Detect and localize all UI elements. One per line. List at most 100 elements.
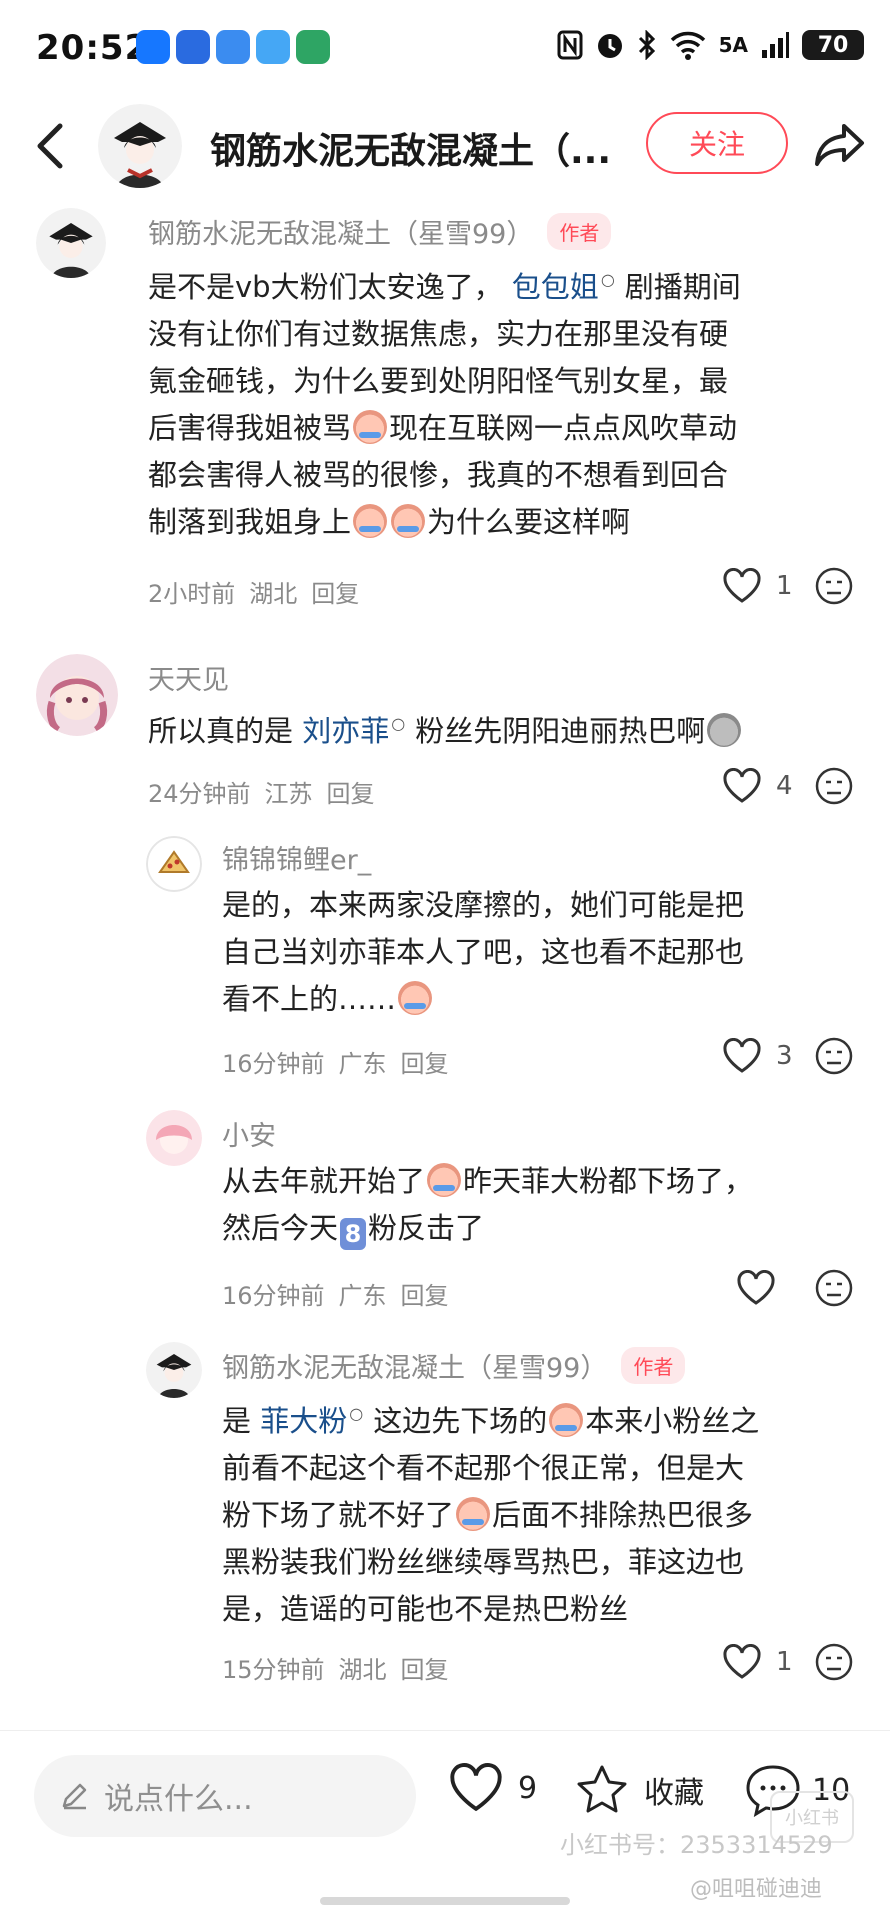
comment-text-segment: 后面不排除热巴很多 (492, 1498, 754, 1532)
comment-input-placeholder: 说点什么... (104, 1782, 253, 1817)
dislike-icon[interactable] (814, 766, 854, 806)
comment-meta: 2小时前 湖北 回复 (148, 574, 373, 609)
like-button[interactable]: 1 (722, 1644, 793, 1680)
crying-emoji-icon (549, 1403, 584, 1437)
comment-text-segment: 氪金砸钱，为什么要到处阴阳怪气别女星，最 (148, 364, 729, 398)
dislike-icon[interactable] (814, 566, 854, 606)
like-button[interactable]: 3 (722, 1038, 793, 1074)
wifi-icon (670, 31, 705, 60)
reply-button[interactable]: 回复 (401, 1050, 449, 1078)
mention-link[interactable]: 刘亦菲 (302, 714, 389, 748)
heart-icon[interactable] (448, 1763, 504, 1813)
star-icon[interactable] (574, 1763, 630, 1817)
reply-item: 锦锦锦鲤er_ 是的，本来两家没摩擦的，她们可能是把 自己当刘亦菲本人了吧，这也… (0, 830, 890, 1080)
crying-emoji-icon (353, 410, 388, 444)
comment-location: 广东 (338, 1050, 387, 1078)
like-count: 4 (776, 771, 793, 801)
notification-icons (136, 30, 330, 64)
signal-icon (762, 32, 789, 58)
avatar[interactable] (146, 1110, 202, 1166)
crying-emoji-icon (398, 981, 433, 1015)
comment-location: 湖北 (338, 1656, 387, 1684)
comment-text: 是 菲大粉 ○ 这边先下场的 本来小粉丝之 前看不起这个看不起那个很正常，但是大 粉下… (222, 1390, 842, 1633)
comment-text-segment: 是，造谣的可能也不是热巴粉丝 (222, 1592, 629, 1626)
mention-link[interactable]: 菲大粉 (260, 1404, 347, 1438)
commenter-name-text[interactable]: 钢筋水泥无敌混凝土（星雪99） (222, 1353, 607, 1384)
back-arrow-icon[interactable] (30, 120, 74, 172)
author-badge: 作者 (621, 1347, 686, 1384)
comment-input[interactable]: 说点什么... (34, 1755, 416, 1837)
comment-text-segment: 自己当刘亦菲本人了吧，这也看不起那也 (222, 935, 745, 969)
comment-text-segment: 前看不起这个看不起那个很正常，但是大 (222, 1451, 745, 1485)
like-button[interactable]: 1 (722, 568, 793, 604)
comment-item: 天天见 所以真的是 刘亦菲 ○ 粉丝先阴阳迪丽热巴啊 24分钟前 江苏 回复 4 (0, 650, 890, 810)
comment-meta: 15分钟前 湖北 回复 (222, 1650, 463, 1685)
comment-time: 24分钟前 (148, 780, 251, 808)
nfc-icon (557, 30, 583, 60)
reply-button[interactable]: 回复 (327, 780, 375, 808)
like-button[interactable]: 4 (722, 768, 793, 804)
comment-text-segment: 然后今天 (222, 1211, 339, 1245)
app-icon (176, 30, 210, 64)
comment-time: 16分钟前 (222, 1050, 325, 1078)
favorite-button[interactable]: 收藏 (574, 1763, 704, 1817)
commenter-name[interactable]: 钢筋水泥无敌混凝土（星雪99） 作者 (222, 1346, 686, 1385)
comment-text-segment: 是 (222, 1404, 252, 1438)
comment-item: 钢筋水泥无敌混凝土（星雪99） 作者 是不是vb大粉们太安逸了， 包包姐 ○ 剧播期间… (0, 200, 890, 620)
heart-icon[interactable] (722, 1644, 762, 1680)
comment-text-segment: 现在互联网一点点风吹草动 (389, 411, 738, 445)
comment-text-segment: 是的，本来两家没摩擦的，她们可能是把 (222, 888, 745, 922)
avatar[interactable] (146, 1342, 202, 1398)
dislike-icon[interactable] (814, 1268, 854, 1308)
comment-text: 是的，本来两家没摩擦的，她们可能是把 自己当刘亦菲本人了吧，这也看不起那也 看不… (222, 882, 842, 1023)
avatar[interactable] (36, 208, 106, 278)
avatar[interactable] (36, 654, 118, 736)
reply-button[interactable]: 回复 (311, 580, 359, 608)
author-title[interactable]: 钢筋水泥无敌混凝土（... (210, 122, 611, 174)
bottom-action-bar: 说点什么... 9 收藏 10 小红书 小红书号：2353314529 @咀咀碰… (0, 1730, 890, 1921)
crying-emoji-icon (391, 504, 426, 538)
home-indicator[interactable] (320, 1897, 570, 1905)
comment-meta: 16分钟前 广东 回复 (222, 1044, 463, 1079)
follow-button[interactable]: 关注 (646, 112, 788, 174)
reply-button[interactable]: 回复 (401, 1282, 449, 1310)
commenter-name[interactable]: 小安 (222, 1114, 276, 1153)
reply-button[interactable]: 回复 (401, 1656, 449, 1684)
comment-text-segment: 所以真的是 (148, 714, 294, 748)
comment-text-segment: 都会害得人被骂的很惨，我真的不想看到回合 (148, 458, 729, 492)
commenter-name[interactable]: 天天见 (148, 658, 229, 697)
crying-emoji-icon (456, 1497, 491, 1531)
comment-location: 广东 (338, 1282, 387, 1310)
heart-icon[interactable] (736, 1270, 776, 1306)
heart-icon[interactable] (722, 768, 762, 804)
crying-emoji-icon (427, 1163, 462, 1197)
comment-text-segment: 后害得我姐被骂 (148, 411, 352, 445)
comment-time: 15分钟前 (222, 1656, 325, 1684)
heart-icon[interactable] (722, 568, 762, 604)
like-count: 1 (776, 1647, 793, 1677)
crying-emoji-icon (353, 504, 388, 538)
status-right: 5A 70 (557, 30, 864, 60)
commenter-name[interactable]: 锦锦锦鲤er_ (222, 838, 371, 877)
comment-time: 16分钟前 (222, 1282, 325, 1310)
reply-item: 钢筋水泥无敌混凝土（星雪99） 作者 是 菲大粉 ○ 这边先下场的 本来小粉丝之 前看不… (0, 1338, 890, 1708)
comment-location: 湖北 (249, 580, 298, 608)
dislike-icon[interactable] (814, 1642, 854, 1682)
author-avatar[interactable] (98, 104, 182, 188)
share-icon[interactable] (814, 122, 866, 168)
comment-text-segment: 粉反击了 (368, 1211, 485, 1245)
mention-link[interactable]: 包包姐 (512, 270, 599, 304)
dislike-icon[interactable] (814, 1036, 854, 1076)
avatar[interactable] (146, 836, 202, 892)
commenter-name[interactable]: 钢筋水泥无敌混凝土（星雪99） 作者 (148, 212, 612, 251)
post-like-count: 9 (518, 1770, 538, 1806)
heart-icon[interactable] (722, 1038, 762, 1074)
comment-text-segment: 昨天菲大粉都下场了， (463, 1164, 754, 1198)
like-button[interactable] (736, 1270, 790, 1306)
search-icon: ○ (391, 714, 406, 733)
comment-text-segment: 黑粉装我们粉丝继续辱骂热巴，菲这边也 (222, 1545, 745, 1579)
watermark-weibo: @咀咀碰迪迪 (690, 1877, 823, 1902)
commenter-name-text[interactable]: 钢筋水泥无敌混凝土（星雪99） (148, 219, 533, 250)
post-like-button[interactable]: 9 (448, 1763, 537, 1813)
comment-text-segment: 这边先下场的 (373, 1404, 548, 1438)
